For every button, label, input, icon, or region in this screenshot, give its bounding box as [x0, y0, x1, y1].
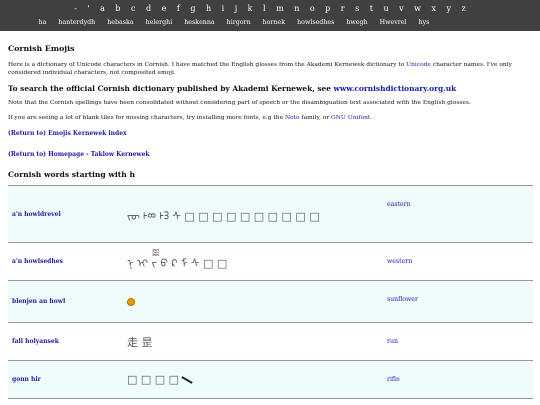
- nav-letter-link[interactable]: r: [341, 4, 345, 13]
- nav-letter-link[interactable]: m: [276, 4, 284, 13]
- word-link[interactable]: fall holyansek: [12, 338, 59, 345]
- nav-letter-link[interactable]: ': [87, 4, 89, 13]
- table-row: a'n howlsedhes ᠨ ᡳ ᠵᢆ ᠪ ᠺ ᠮ ᠰ □ □ wester…: [8, 243, 533, 281]
- nav-letter-link[interactable]: z: [462, 4, 466, 13]
- nav-word-link[interactable]: hirgorn: [227, 19, 251, 26]
- nav-letter-link[interactable]: f: [177, 4, 180, 13]
- nav-word-link[interactable]: helerghi: [146, 19, 173, 26]
- main-content: Cornish Emojis Here is a dictionary of U…: [0, 31, 540, 399]
- nav-word-link[interactable]: ha: [39, 19, 47, 26]
- nav-letter-link[interactable]: j: [235, 4, 237, 13]
- nav-letter-link[interactable]: v: [399, 4, 404, 13]
- gloss-cell: western: [381, 243, 533, 280]
- nav-letter-link[interactable]: y: [447, 4, 452, 13]
- word-cell: blenjen an howl: [8, 281, 123, 322]
- letter-index: - ' a b c d e f g h i j k l m n o p r s t u v w x y z: [0, 2, 540, 15]
- nav-letter-link[interactable]: t: [370, 4, 373, 13]
- nav-letter-link[interactable]: u: [383, 4, 388, 13]
- word-link[interactable]: a'n howlsedhes: [12, 258, 63, 265]
- gloss-link[interactable]: rifle: [387, 376, 400, 383]
- nav-word-link[interactable]: hwegh: [346, 19, 367, 26]
- table-row: a'n howldrevel ᡕᠦ ᡰᢁ ᡰᢃ ᠰ □ □ □ □ □ □ □ …: [8, 186, 533, 243]
- emoji-cell: ᠨ ᡳ ᠵᢆ ᠪ ᠺ ᠮ ᠰ □ □: [127, 257, 228, 270]
- nav-letter-link[interactable]: g: [190, 4, 195, 13]
- return-index-link[interactable]: (Return to) Emojis Kernewek index: [8, 130, 127, 137]
- fonts-paragraph: If you are seeing a lot of blank tiles f…: [8, 115, 373, 121]
- nav-word-link[interactable]: hanterdydh: [58, 19, 95, 26]
- gloss-link[interactable]: eastern: [387, 201, 411, 208]
- gloss-cell: run: [381, 323, 533, 360]
- noto-link[interactable]: Noto: [285, 115, 300, 121]
- gloss-cell: rifle: [381, 361, 533, 398]
- word-cell: fall holyansek: [8, 323, 123, 360]
- rifle-icon: [181, 375, 193, 384]
- word-link[interactable]: a'n howldrevel: [12, 211, 61, 218]
- nav-letter-link[interactable]: -: [74, 4, 77, 13]
- nav-letter-link[interactable]: n: [294, 4, 299, 13]
- word-cell: gonn hir: [8, 361, 123, 398]
- table-row: blenjen an howl sunflower: [8, 281, 533, 323]
- top-navigation: - ' a b c d e f g h i j k l m n o p r s t u v w x y z ha hanterdydh…: [0, 0, 540, 31]
- nav-letter-link[interactable]: i: [222, 4, 225, 13]
- word-cell: a'n howldrevel: [8, 186, 123, 242]
- dictionary-link[interactable]: www.cornishdictionary.org.uk: [334, 84, 457, 93]
- word-link[interactable]: gonn hir: [12, 376, 41, 383]
- emoji-cell: □ □ □ □: [123, 361, 381, 398]
- nav-letter-link[interactable]: b: [115, 4, 120, 13]
- nav-letter-link[interactable]: c: [131, 4, 135, 13]
- nav-word-link[interactable]: heskenna: [184, 19, 214, 26]
- nav-letter-link[interactable]: h: [206, 4, 211, 13]
- search-heading: To search the official Cornish dictionar…: [8, 84, 457, 93]
- word-link[interactable]: blenjen an howl: [12, 298, 65, 305]
- nav-word-link[interactable]: hys: [419, 19, 430, 26]
- index-link-block: (Return to) Emojis Kernewek index: [8, 130, 533, 137]
- sunflower-icon: [127, 297, 135, 306]
- nav-word-link[interactable]: howlsedhes: [297, 19, 334, 26]
- nav-word-link[interactable]: hornek: [263, 19, 285, 26]
- unicode-link[interactable]: Unicode: [406, 62, 431, 68]
- page-title: Cornish Emojis: [8, 44, 75, 53]
- nav-letter-link[interactable]: x: [432, 4, 437, 13]
- emoji-cell: 走 昰: [127, 335, 153, 349]
- nav-letter-link[interactable]: l: [263, 4, 266, 13]
- gloss-cell: sunflower: [381, 281, 533, 322]
- intro-paragraph: Here is a dictionary of Unicode characte…: [8, 62, 512, 76]
- gloss-link[interactable]: run: [387, 338, 398, 345]
- homepage-link-block: (Return to) Homepage - Taklow Kernewek: [8, 151, 533, 158]
- emoji-cell: [123, 281, 381, 322]
- nav-letter-link[interactable]: w: [414, 4, 421, 13]
- table-row: gonn hir □ □ □ □ rifle: [8, 361, 533, 399]
- nav-word-link[interactable]: Hwevrel: [380, 19, 407, 26]
- nav-letter-link[interactable]: e: [162, 4, 167, 13]
- words-table: a'n howldrevel ᡕᠦ ᡰᢁ ᡰᢃ ᠰ □ □ □ □ □ □ □ …: [8, 185, 533, 399]
- nav-word-link[interactable]: hebaska: [107, 19, 133, 26]
- nav-letter-link[interactable]: p: [325, 4, 330, 13]
- section-heading: Cornish words starting with h: [8, 170, 135, 179]
- nav-letter-link[interactable]: a: [100, 4, 105, 13]
- note-paragraph: Note that the Cornish spellings have bee…: [8, 100, 471, 106]
- nav-letter-link[interactable]: s: [355, 4, 359, 13]
- nav-letter-link[interactable]: d: [146, 4, 151, 13]
- emoji-cell: ᡕᠦ ᡰᢁ ᡰᢃ ᠰ □ □ □ □ □ □ □ □ □ □: [127, 209, 320, 223]
- return-homepage-link[interactable]: (Return to) Homepage - Taklow Kernewek: [8, 151, 150, 158]
- gloss-link[interactable]: sunflower: [387, 296, 418, 303]
- table-row: fall holyansek 走 昰 run: [8, 323, 533, 361]
- gloss-link[interactable]: western: [387, 258, 412, 265]
- word-index: ha hanterdydh hebaska helerghi heskenna hirgo…: [0, 15, 540, 30]
- nav-letter-link[interactable]: k: [248, 4, 253, 13]
- gnu-unifont-link[interactable]: GNU Unifont: [331, 115, 370, 121]
- gloss-cell: eastern: [381, 186, 533, 242]
- nav-letter-link[interactable]: o: [310, 4, 315, 13]
- word-cell: a'n howlsedhes: [8, 243, 123, 280]
